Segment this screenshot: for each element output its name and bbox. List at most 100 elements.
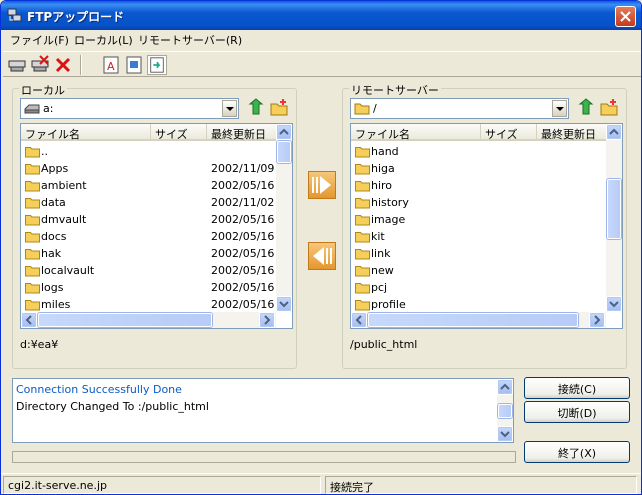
menu-local[interactable]: ローカル(L) xyxy=(74,32,133,48)
binary-mode-icon[interactable] xyxy=(124,55,144,75)
local-vscroll-thumb[interactable] xyxy=(277,141,291,163)
scroll-up-icon[interactable] xyxy=(276,124,292,140)
status-host: cgi2.it-serve.ne.jp xyxy=(3,476,321,494)
remote-file-list[interactable]: ファイル名 サイズ 最終更新日 hand higa hiro history image… xyxy=(350,123,623,329)
list-item[interactable]: dmvault 2002/05/16 xyxy=(21,211,276,228)
remote-hscroll-thumb[interactable] xyxy=(368,313,578,327)
progress-bar xyxy=(12,451,516,463)
text-mode-icon[interactable]: A xyxy=(101,55,121,75)
disconnect-icon[interactable] xyxy=(30,55,50,75)
local-col-modified[interactable]: 最終更新日 xyxy=(207,124,277,141)
file-date: 2002/05/16 xyxy=(211,179,275,192)
remote-col-filename[interactable]: ファイル名 xyxy=(351,124,481,141)
file-date: 2002/05/16 xyxy=(211,230,275,243)
list-item[interactable]: .. xyxy=(21,143,276,160)
list-item[interactable]: Apps 2002/11/09 xyxy=(21,160,276,177)
log-vertical-scrollbar[interactable] xyxy=(497,379,513,442)
scroll-right-icon[interactable] xyxy=(589,312,605,328)
local-group: ローカル a: ファイル名 サイズ 最終更新日 .. Apps 2002/11/09… xyxy=(12,82,297,369)
menu-file[interactable]: ファイル(F) xyxy=(10,32,69,48)
list-item[interactable]: image xyxy=(351,211,606,228)
list-item[interactable]: kit xyxy=(351,228,606,245)
file-name: Apps xyxy=(41,162,69,175)
local-new-folder-icon[interactable] xyxy=(269,98,289,118)
delete-icon[interactable] xyxy=(53,55,73,75)
list-item[interactable]: profile xyxy=(351,296,606,313)
local-file-list[interactable]: ファイル名 サイズ 最終更新日 .. Apps 2002/11/09 ambient 2… xyxy=(20,123,293,329)
disconnect-button[interactable]: 切断(D) xyxy=(524,401,630,423)
scroll-left-icon[interactable] xyxy=(21,312,37,328)
list-item[interactable]: logs 2002/05/16 xyxy=(21,279,276,296)
file-date: 2002/05/16 xyxy=(211,281,275,294)
log-vscroll-thumb[interactable] xyxy=(498,404,512,418)
log-line: Directory Changed To :/public_html xyxy=(16,400,209,413)
toolbar-separator xyxy=(80,55,82,75)
file-name: hand xyxy=(371,145,399,158)
file-name: new xyxy=(371,264,394,277)
title-bar[interactable]: FTPアップロード xyxy=(1,1,641,30)
remote-new-folder-icon[interactable] xyxy=(599,98,619,118)
file-name: ambient xyxy=(41,179,87,192)
local-col-filename[interactable]: ファイル名 xyxy=(21,124,151,141)
file-date: 2002/11/09 xyxy=(211,162,275,175)
chevron-down-icon[interactable] xyxy=(552,100,567,117)
local-hscroll-thumb[interactable] xyxy=(38,313,212,327)
folder-icon xyxy=(355,232,370,243)
scroll-right-icon[interactable] xyxy=(259,312,275,328)
folder-icon xyxy=(25,147,40,158)
scroll-up-icon[interactable] xyxy=(497,379,513,395)
file-name: image xyxy=(371,213,406,226)
list-item[interactable]: hak 2002/05/16 xyxy=(21,245,276,262)
remote-col-modified[interactable]: 最終更新日 xyxy=(537,124,607,141)
menu-remote-server[interactable]: リモートサーバー(R) xyxy=(138,32,242,48)
scroll-up-icon[interactable] xyxy=(606,124,622,140)
scroll-down-icon[interactable] xyxy=(276,296,292,312)
local-up-folder-icon[interactable] xyxy=(246,98,266,118)
scroll-down-icon[interactable] xyxy=(606,296,622,312)
remote-up-folder-icon[interactable] xyxy=(576,98,596,118)
remote-vertical-scrollbar[interactable] xyxy=(606,124,622,312)
remote-vscroll-thumb[interactable] xyxy=(607,179,621,239)
folder-icon xyxy=(25,249,40,260)
list-item[interactable]: pcj xyxy=(351,279,606,296)
folder-icon xyxy=(355,300,370,311)
list-item[interactable]: localvault 2002/05/16 xyxy=(21,262,276,279)
remote-dir-value: / xyxy=(373,102,377,115)
list-item[interactable]: data 2002/11/02 xyxy=(21,194,276,211)
local-group-label: ローカル xyxy=(19,82,67,98)
scroll-down-icon[interactable] xyxy=(497,426,513,442)
remote-list-header: ファイル名 サイズ 最終更新日 xyxy=(351,124,607,141)
list-item[interactable]: link xyxy=(351,245,606,262)
remote-dir-select[interactable]: / xyxy=(350,98,569,119)
local-horizontal-scrollbar[interactable] xyxy=(21,312,276,328)
list-item[interactable]: ambient 2002/05/16 xyxy=(21,177,276,194)
list-item[interactable]: history xyxy=(351,194,606,211)
file-name: pcj xyxy=(371,281,388,294)
list-item[interactable]: higa xyxy=(351,160,606,177)
list-item[interactable]: hiro xyxy=(351,177,606,194)
auto-mode-icon[interactable] xyxy=(147,55,167,75)
chevron-down-icon[interactable] xyxy=(222,100,237,117)
local-drive-select[interactable]: a: xyxy=(20,98,239,119)
upload-button[interactable] xyxy=(308,171,336,199)
connect-icon[interactable] xyxy=(7,55,27,75)
close-button[interactable] xyxy=(615,6,636,27)
remote-horizontal-scrollbar[interactable] xyxy=(351,312,606,328)
list-item[interactable]: hand xyxy=(351,143,606,160)
list-item[interactable]: docs 2002/05/16 xyxy=(21,228,276,245)
local-vertical-scrollbar[interactable] xyxy=(276,124,292,312)
list-item[interactable]: miles 2002/05/16 xyxy=(21,296,276,313)
folder-icon xyxy=(25,266,40,277)
ftp-upload-window: FTPアップロード ファイル(F) ローカル(L) リモートサーバー(R) A … xyxy=(0,0,642,495)
list-item[interactable]: new xyxy=(351,262,606,279)
connect-button[interactable]: 接続(C) xyxy=(524,377,630,399)
log-box[interactable]: Connection Successfully Done Directory C… xyxy=(12,378,514,443)
scroll-left-icon[interactable] xyxy=(351,312,367,328)
file-name: data xyxy=(41,196,66,209)
exit-button[interactable]: 終了(X) xyxy=(524,441,630,463)
file-name: link xyxy=(371,247,391,260)
file-name: profile xyxy=(371,298,406,311)
local-col-size[interactable]: サイズ xyxy=(151,124,207,141)
download-button[interactable] xyxy=(308,242,336,270)
remote-col-size[interactable]: サイズ xyxy=(481,124,537,141)
